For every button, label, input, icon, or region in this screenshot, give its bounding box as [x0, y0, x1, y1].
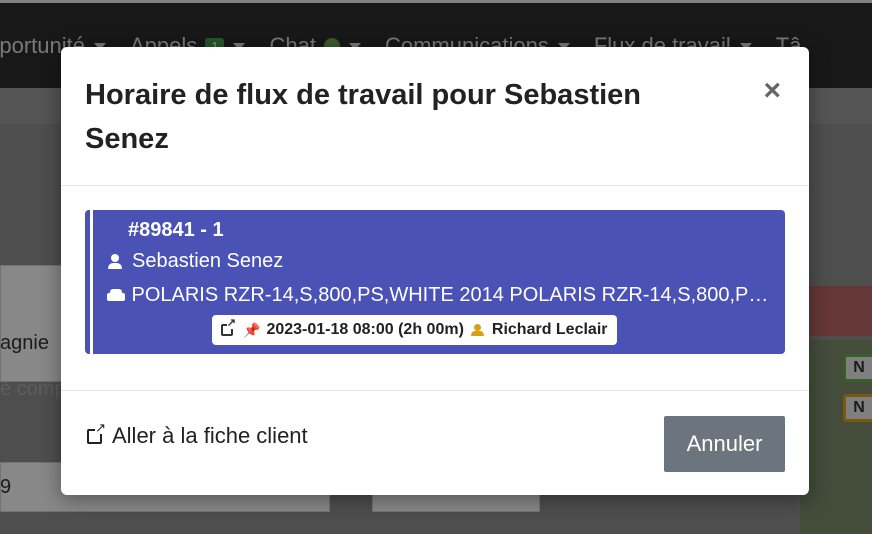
close-button[interactable]: ×	[757, 75, 787, 107]
vehicle-row: POLARIS RZR-14,S,800,PS,WHITE 2014 POLAR…	[107, 284, 777, 307]
external-link-icon[interactable]	[221, 318, 236, 336]
client-file-link-label: Aller à la fiche client	[112, 423, 308, 448]
pin-icon: 📌	[243, 321, 261, 338]
client-row: Sebastien Senez	[107, 250, 283, 273]
schedule-datetime: 2023-01-18 08:00 (2h 00m)	[266, 321, 464, 338]
workflow-id: #89841 - 1	[128, 219, 224, 241]
client-file-link[interactable]: Aller à la fiche client	[87, 420, 308, 449]
user-icon	[470, 323, 484, 337]
modal-body: #89841 - 1 Sebastien Senez POLARIS RZR-1…	[61, 186, 809, 390]
schedule-tag[interactable]: 📌 2023-01-18 08:00 (2h 00m) Richard Lecl…	[212, 315, 617, 345]
workflow-schedule-modal: Horaire de flux de travail pour Sebastie…	[61, 47, 809, 495]
client-name: Sebastien Senez	[132, 250, 284, 272]
modal-header: Horaire de flux de travail pour Sebastie…	[61, 47, 809, 186]
assignee-name: Richard Leclair	[491, 321, 608, 338]
user-icon	[107, 253, 123, 270]
vehicle-description: POLARIS RZR-14,S,800,PS,WHITE 2014 POLAR…	[131, 284, 777, 306]
external-link-icon	[87, 420, 106, 444]
cancel-button[interactable]: Annuler	[664, 416, 785, 472]
modal-title: Horaire de flux de travail pour Sebastie…	[85, 79, 641, 155]
car-icon	[107, 288, 126, 303]
modal-footer: Aller à la fiche client Annuler	[61, 390, 809, 496]
workflow-card[interactable]: #89841 - 1 Sebastien Senez POLARIS RZR-1…	[85, 210, 785, 354]
